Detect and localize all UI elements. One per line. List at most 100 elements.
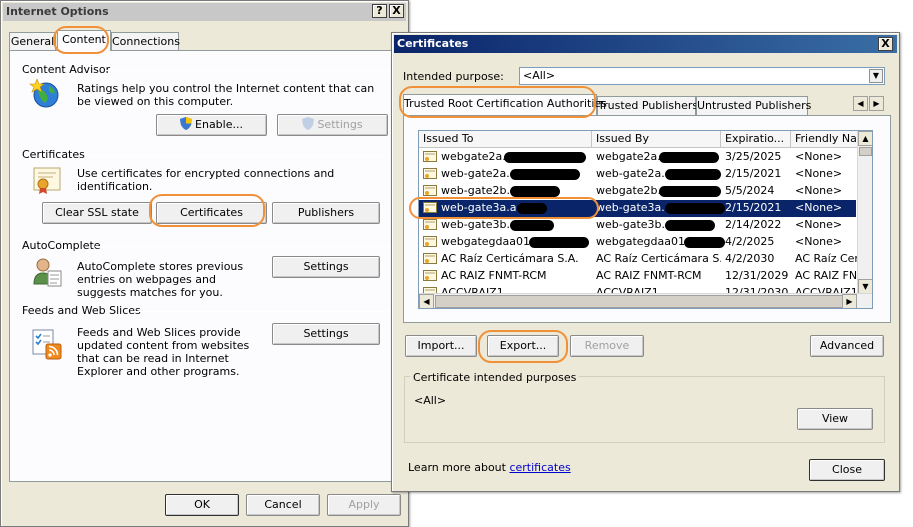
publishers-button[interactable]: Publishers [272,202,380,224]
column-issued-by[interactable]: Issued By [592,131,721,148]
internet-options-window: Internet Options ? X General Content Con… [0,0,409,527]
certificate-row-icon [423,185,437,196]
column-friendly-name[interactable]: Friendly Nam [791,131,858,148]
feeds-settings-button[interactable]: Settings [272,323,380,345]
clear-ssl-state-button[interactable]: Clear SSL state [42,202,152,224]
cell-text: 2/14/2022 [725,218,782,231]
cell-text: AC RAIZ FNMT-RCM [441,269,547,282]
cell-text: webgate2a. [441,150,506,163]
cell-text: <None> [795,218,843,231]
cell-text: webgategdaa01. [596,235,689,248]
enable-button[interactable]: Enable... [156,114,267,136]
table-row[interactable]: webgate2a. webgate2a. 3/25/2025 <None> [419,149,856,166]
horizontal-scrollbar[interactable]: ◀ ▶ [419,293,872,308]
tab-content[interactable]: Content [57,30,111,51]
table-row[interactable]: webgategdaa01. webgategdaa01. 4/2/2025 <Non… [419,234,856,251]
advanced-button[interactable]: Advanced [810,335,884,357]
cell-friendly: <None> [795,149,857,165]
redaction-mark [510,220,555,231]
cell-text: 4/2/2030 [725,252,775,265]
intended-purposes-heading: Certificate intended purposes [410,371,580,384]
learn-more-prefix: Learn more about [408,461,510,474]
redaction-mark [665,169,722,180]
cell-text: webgate2a. [596,150,661,163]
cancel-button[interactable]: Cancel [246,494,320,516]
ok-button[interactable]: OK [165,494,239,516]
apply-button[interactable]: Apply [327,494,401,516]
cell-friendly: <None> [795,200,857,216]
certificate-row-icon [423,236,437,247]
import-button[interactable]: Import... [405,335,477,357]
autocomplete-settings-button[interactable]: Settings [272,256,380,278]
tab-connections[interactable]: Connections [111,32,180,51]
certificate-row-icon [423,219,437,230]
remove-button[interactable]: Remove [570,335,644,357]
intended-purpose-label: Intended purpose: [403,70,504,83]
table-row[interactable]: web-gate3a.a web-gate3a. 2/15/2021 <None> [419,200,856,217]
certificates-titlebar[interactable]: Certificates [394,35,897,53]
redaction-mark [684,237,725,248]
tab-trusted-root[interactable]: Trusted Root Certification Authorities [403,94,607,115]
certificates-link[interactable]: certificates [509,461,570,474]
certificates-divider [86,155,390,156]
tab-trusted-publishers[interactable]: Trusted Publishers [597,96,698,115]
table-row[interactable]: AC RAIZ FNMT-RCM AC RAIZ FNMT-RCM 12/31/20… [419,268,857,285]
content-advisor-divider [105,70,390,71]
certificates-heading: Certificates [22,148,85,161]
certificates-description: Use certificates for encrypted connectio… [77,167,335,193]
redaction-mark [510,169,581,180]
column-issued-to[interactable]: Issued To [419,131,592,148]
tab-general[interactable]: General [9,32,56,51]
certificate-row-icon [423,253,437,264]
chevron-down-icon[interactable]: ▼ [869,69,883,83]
certificate-icon [33,167,61,194]
tab-untrusted-publishers[interactable]: Untrusted Publishers [696,96,811,115]
tab-scroll-right-icon[interactable]: ▶ [869,96,884,111]
table-row[interactable]: web-gate2a. web-gate2a. 2/15/2021 <None> [419,166,856,183]
vertical-scroll-thumb[interactable] [859,147,872,156]
certificates-close-dialog-button[interactable]: Close [809,459,885,481]
content-advisor-description: Ratings help you control the Internet co… [77,82,375,108]
content-tab-panel: Content Advisor Ratings help you control… [9,50,403,482]
view-button[interactable]: View [797,408,873,430]
cell-expiration: 2/15/2021 [725,200,791,216]
cell-text: <None> [795,201,843,214]
tab-scroll-left-icon[interactable]: ◀ [853,96,868,111]
redaction-mark [659,186,721,197]
certificate-list[interactable]: Issued To Issued By Expiratio... Friendl… [418,130,873,309]
scroll-left-icon[interactable]: ◀ [419,294,434,308]
content-advisor-settings-button[interactable]: Settings [277,114,388,136]
scroll-up-icon[interactable]: ▲ [858,131,872,146]
cell-expiration: 3/25/2025 [725,149,791,165]
certificates-window: Certificates X Intended purpose: <All> ▼… [391,32,900,492]
vertical-scrollbar[interactable]: ▲ ▼ [857,131,872,294]
cell-text: 4/2/2025 [725,235,775,248]
table-row[interactable]: web-gate3b. web-gate3b. 2/14/2022 <None> [419,217,856,234]
redaction-mark [504,152,586,163]
enable-label: Enable... [195,118,243,131]
cell-friendly: <None> [795,166,857,182]
certificates-button[interactable]: Certificates [156,202,267,224]
intended-purpose-value: <All> [523,69,556,82]
table-row[interactable]: AC Raíz Certicámara S.A. AC Raíz Certicám… [419,251,857,268]
cell-expiration: 5/5/2024 [725,183,791,199]
cell-expiration: 2/15/2021 [725,166,791,182]
autocomplete-divider [95,246,390,247]
scroll-down-icon[interactable]: ▼ [858,279,872,294]
internet-options-titlebar[interactable]: Internet Options [3,3,406,21]
redaction-mark [659,152,719,163]
cell-issued-by: AC Raíz Certicámara S.A. [596,251,721,267]
cell-issued-to: AC RAIZ FNMT-RCM [441,268,592,284]
certificates-title: Certificates [397,37,469,50]
scroll-right-icon[interactable]: ▶ [842,294,857,308]
intended-purpose-select[interactable]: <All> ▼ [519,67,885,85]
export-button[interactable]: Export... [487,335,559,357]
redaction-mark [665,203,725,214]
cell-text: 3/25/2025 [725,150,782,163]
column-expiration[interactable]: Expiratio... [721,131,791,148]
help-button[interactable]: ? [372,4,387,18]
close-button[interactable]: X [389,4,404,18]
table-row[interactable]: web-gate2b. webgate2b. 5/5/2024 <None> [419,183,856,200]
certificates-close-button[interactable]: X [878,37,893,51]
horizontal-scroll-thumb[interactable] [435,295,845,308]
